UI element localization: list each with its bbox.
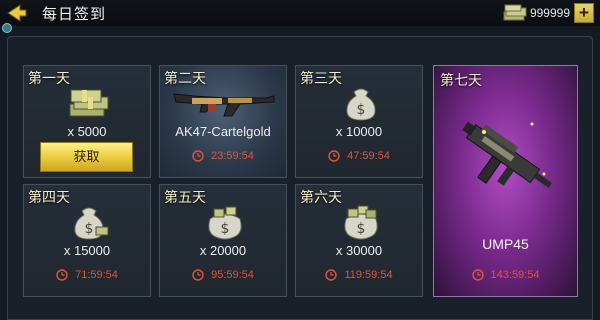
svg-text:$: $	[221, 221, 230, 237]
countdown-timer: 71:59:54	[24, 269, 150, 281]
timer-text: 119:59:54	[344, 269, 393, 281]
countdown-timer: 119:59:54	[296, 269, 422, 281]
currency-value: 999999	[529, 6, 570, 20]
claim-button[interactable]: 获取	[40, 142, 133, 172]
day-label: 第三天	[300, 70, 342, 86]
status-badge	[2, 23, 12, 33]
countdown-timer: 23:59:54	[160, 150, 286, 162]
day-card-6[interactable]: 第六天 $ x 30000 119:59:54	[295, 184, 423, 297]
svg-text:$: $	[357, 221, 366, 237]
timer-text: 143:59:54	[490, 269, 540, 281]
currency-display: 999999	[502, 2, 570, 24]
reward-amount: x 10000	[335, 124, 383, 139]
back-arrow-icon[interactable]	[6, 3, 28, 23]
money-bag-icon: $	[74, 207, 109, 240]
smg-icon	[462, 121, 553, 188]
timer-text: 47:59:54	[347, 150, 390, 162]
timer-text: 23:59:54	[211, 150, 254, 162]
day-card-7[interactable]: 第七天 UMP45 143:59:54	[433, 65, 578, 297]
money-bag-icon: $	[346, 88, 376, 121]
day-card-1[interactable]: 第一天 x 5000 获取	[23, 65, 151, 178]
day-card-5[interactable]: 第五天 $ x 20000 95:59:54	[159, 184, 287, 297]
svg-text:$: $	[357, 102, 366, 118]
clock-icon	[325, 269, 338, 281]
money-bag-icon: $	[344, 205, 378, 240]
reward-amount: x 5000	[67, 124, 107, 139]
clock-icon	[471, 269, 484, 281]
svg-text:$: $	[85, 221, 94, 237]
reward-amount: x 20000	[199, 243, 247, 258]
top-bar: 每日签到 999999 +	[0, 0, 600, 26]
reward-item-name: UMP45	[482, 236, 529, 252]
clock-icon	[192, 269, 204, 281]
day-label: 第六天	[300, 189, 342, 205]
clock-icon	[56, 269, 68, 281]
countdown-timer: 143:59:54	[434, 269, 577, 281]
day-card-2[interactable]: 第二天 AK47-Cartelgold 23:59:54	[159, 65, 287, 178]
day-label: 第七天	[440, 72, 482, 88]
day-label: 第一天	[28, 70, 70, 86]
reward-amount: x 15000	[63, 243, 111, 258]
clock-icon	[192, 150, 204, 162]
day-label: 第五天	[164, 189, 206, 205]
timer-text: 71:59:54	[75, 269, 118, 281]
countdown-timer: 95:59:54	[160, 269, 286, 281]
cash-stack-icon	[503, 4, 527, 21]
clock-icon	[328, 150, 340, 162]
timer-text: 95:59:54	[211, 269, 254, 281]
countdown-timer: 47:59:54	[296, 150, 422, 162]
add-currency-button[interactable]: +	[574, 3, 594, 23]
day-card-4[interactable]: 第四天 $ x 15000 71:59:54	[23, 184, 151, 297]
rifle-icon	[173, 93, 275, 117]
page-title: 每日签到	[42, 6, 107, 23]
money-bag-icon: $	[208, 206, 242, 240]
day-card-3[interactable]: 第三天 $ x 10000 47:59:54	[295, 65, 423, 178]
day-label: 第四天	[28, 189, 70, 205]
cash-stack-icon	[69, 89, 109, 117]
reward-item-name: AK47-Cartelgold	[175, 124, 271, 139]
reward-amount: x 30000	[335, 243, 383, 258]
